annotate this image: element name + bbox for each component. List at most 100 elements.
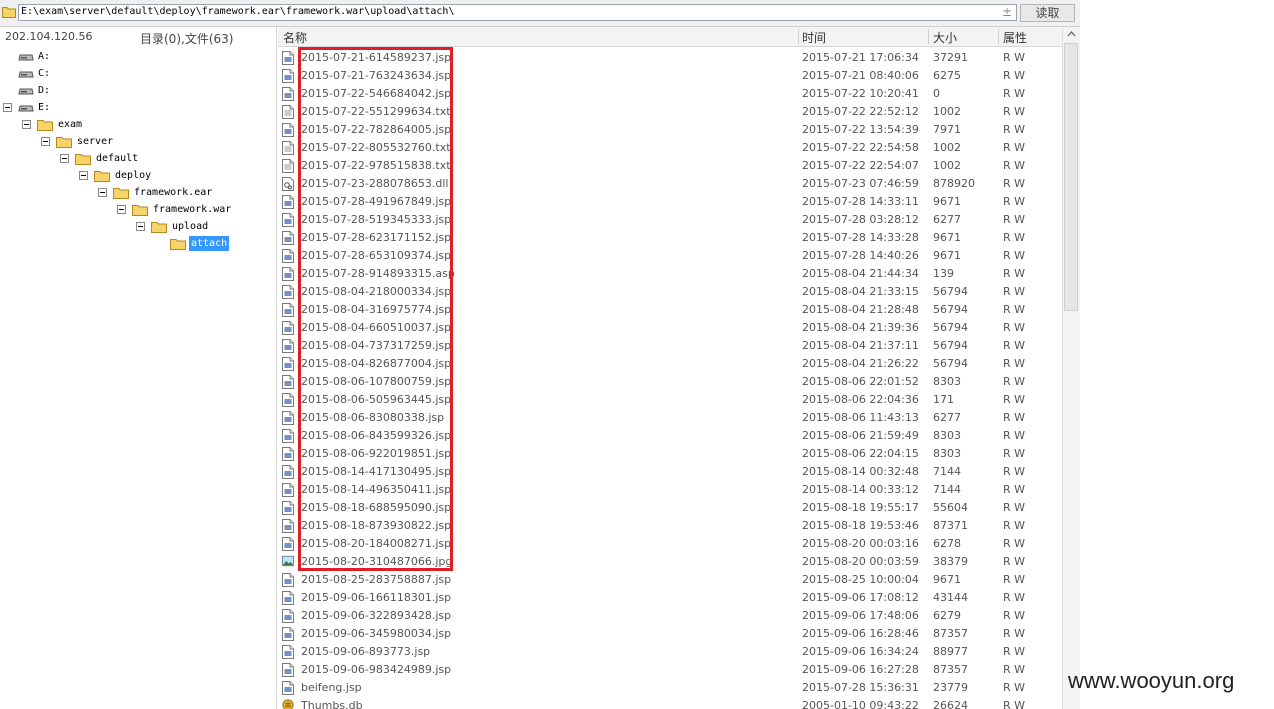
file-row[interactable]: 2015-09-06-345980034.jsp 2015-09-06 16:28… — [278, 625, 1062, 643]
dir-file-count: 目录(0),文件(63) — [140, 32, 234, 46]
file-row[interactable]: 2015-07-23-288078653.dll 2015-07-23 07:46… — [278, 175, 1062, 193]
file-icon — [282, 69, 294, 83]
folder-tree-pane: 202.104.120.56 目录(0),文件(63) A: C: D: E: … — [0, 27, 277, 709]
plus-minus-icon: ± — [1002, 5, 1013, 19]
file-icon — [282, 123, 294, 137]
path-input[interactable]: E:\exam\server\default\deploy\framework.… — [18, 4, 1030, 21]
collapse-icon[interactable] — [98, 188, 107, 197]
column-header-size[interactable]: 大小 — [933, 29, 957, 46]
file-name: 2015-08-18-873930822.jsp — [301, 519, 452, 532]
file-time: 2015-07-22 22:52:12 — [802, 105, 919, 118]
read-button[interactable]: 读取 — [1020, 4, 1075, 22]
file-icon — [282, 213, 294, 227]
file-row[interactable]: 2015-07-28-491967849.jsp 2015-07-28 14:33… — [278, 193, 1062, 211]
file-size: 87357 — [933, 663, 968, 676]
vertical-scrollbar[interactable] — [1062, 27, 1080, 709]
file-row[interactable]: 2015-08-06-83080338.jsp 2015-08-06 11:43:… — [278, 409, 1062, 427]
file-row[interactable]: 2015-08-14-417130495.jsp 2015-08-14 00:32… — [278, 463, 1062, 481]
column-divider[interactable] — [798, 29, 799, 44]
file-size: 56794 — [933, 285, 968, 298]
file-row[interactable]: 2015-08-25-283758887.jsp 2015-08-25 10:00… — [278, 571, 1062, 589]
file-row[interactable]: 2015-07-22-546684042.jsp 2015-07-22 10:20… — [278, 85, 1062, 103]
file-row[interactable]: 2015-08-18-873930822.jsp 2015-08-18 19:53… — [278, 517, 1062, 535]
file-attr: R W — [1003, 537, 1026, 550]
column-header-attr[interactable]: 属性 — [1003, 29, 1027, 46]
tree-item-attach[interactable]: attach — [0, 236, 270, 253]
file-row[interactable]: 2015-07-22-551299634.txt 2015-07-22 22:52… — [278, 103, 1062, 121]
scrollbar-thumb[interactable] — [1064, 43, 1078, 311]
collapse-icon[interactable] — [136, 222, 145, 231]
collapse-icon[interactable] — [79, 171, 88, 180]
file-icon — [282, 627, 294, 641]
file-icon — [282, 105, 294, 119]
file-time: 2015-08-14 00:33:12 — [802, 483, 919, 496]
tree-item-drive-d[interactable]: D: — [0, 83, 270, 100]
file-attr: R W — [1003, 429, 1026, 442]
file-time: 2015-08-25 10:00:04 — [802, 573, 919, 586]
file-name: 2015-08-14-496350411.jsp — [301, 483, 452, 496]
tree-item-drive-e[interactable]: E: — [0, 100, 270, 117]
tree-item-exam[interactable]: exam — [0, 117, 270, 134]
file-row[interactable]: 2015-08-06-505963445.jsp 2015-08-06 22:04… — [278, 391, 1062, 409]
file-attr: R W — [1003, 645, 1026, 658]
file-name: 2015-07-28-653109374.jsp — [301, 249, 452, 262]
file-row[interactable]: 2015-08-06-107800759.jsp 2015-08-06 22:01… — [278, 373, 1062, 391]
file-row[interactable]: 2015-08-04-737317259.jsp 2015-08-04 21:37… — [278, 337, 1062, 355]
file-row[interactable]: 2015-08-04-218000334.jsp 2015-08-04 21:33… — [278, 283, 1062, 301]
file-size: 55604 — [933, 501, 968, 514]
file-row[interactable]: 2015-07-22-805532760.txt 2015-07-22 22:54… — [278, 139, 1062, 157]
file-row[interactable]: 2015-07-22-978515838.txt 2015-07-22 22:54… — [278, 157, 1062, 175]
file-name: 2015-08-06-922019851.jsp — [301, 447, 452, 460]
file-row[interactable]: 2015-09-06-893773.jsp 2015-09-06 16:34:24… — [278, 643, 1062, 661]
file-row[interactable]: 2015-07-28-653109374.jsp 2015-07-28 14:40… — [278, 247, 1062, 265]
tree-item-default[interactable]: default — [0, 151, 270, 168]
collapse-icon[interactable] — [41, 137, 50, 146]
collapse-icon[interactable] — [60, 154, 69, 163]
file-row[interactable]: 2015-07-28-623171152.jsp 2015-07-28 14:33… — [278, 229, 1062, 247]
file-row[interactable]: beifeng.jsp 2015-07-28 15:36:31 23779 R W — [278, 679, 1062, 697]
tree-item-drive-c[interactable]: C: — [0, 66, 270, 83]
folder-icon — [113, 188, 129, 199]
file-row[interactable]: 2015-08-20-310487066.jpg 2015-08-20 00:03… — [278, 553, 1062, 571]
collapse-icon[interactable] — [22, 120, 31, 129]
column-divider[interactable] — [998, 29, 999, 44]
column-header-name[interactable]: 名称 — [283, 29, 307, 46]
file-row[interactable]: 2015-07-21-614589237.jsp 2015-07-21 17:06… — [278, 49, 1062, 67]
file-row[interactable]: 2015-07-21-763243634.jsp 2015-07-21 08:40… — [278, 67, 1062, 85]
file-size: 7144 — [933, 483, 961, 496]
file-row[interactable]: 2015-09-06-983424989.jsp 2015-09-06 16:27… — [278, 661, 1062, 679]
file-icon — [282, 195, 294, 209]
file-row[interactable]: 2015-08-04-660510037.jsp 2015-08-04 21:39… — [278, 319, 1062, 337]
column-divider[interactable] — [928, 29, 929, 44]
file-row[interactable]: Thumbs.db 2005-01-10 09:43:22 26624 R W — [278, 697, 1062, 709]
file-row[interactable]: 2015-08-04-826877004.jsp 2015-08-04 21:26… — [278, 355, 1062, 373]
column-header-time[interactable]: 时间 — [802, 29, 826, 46]
file-row[interactable]: 2015-08-14-496350411.jsp 2015-08-14 00:33… — [278, 481, 1062, 499]
tree-item-drive-a[interactable]: A: — [0, 49, 270, 66]
tree-item-label-selected: attach — [189, 236, 230, 251]
file-icon — [282, 231, 294, 245]
file-row[interactable]: 2015-07-22-782864005.jsp 2015-07-22 13:54… — [278, 121, 1062, 139]
file-row[interactable]: 2015-09-06-322893428.jsp 2015-09-06 17:48… — [278, 607, 1062, 625]
file-row[interactable]: 2015-08-06-843599326.jsp 2015-08-06 21:59… — [278, 427, 1062, 445]
file-row[interactable]: 2015-09-06-166118301.jsp 2015-09-06 17:08… — [278, 589, 1062, 607]
file-row[interactable]: 2015-07-28-914893315.asp 2015-08-04 21:44… — [278, 265, 1062, 283]
tree-item-server[interactable]: server — [0, 134, 270, 151]
tree-item-framework-war[interactable]: framework.war — [0, 202, 270, 219]
file-time: 2015-08-06 22:04:15 — [802, 447, 919, 460]
scroll-up-icon[interactable] — [1063, 27, 1080, 41]
tree-item-deploy[interactable]: deploy — [0, 168, 270, 185]
file-time: 2015-07-28 14:40:26 — [802, 249, 919, 262]
tree-item-upload[interactable]: upload — [0, 219, 270, 236]
file-row[interactable]: 2015-08-06-922019851.jsp 2015-08-06 22:04… — [278, 445, 1062, 463]
file-row[interactable]: 2015-08-04-316975774.jsp 2015-08-04 21:28… — [278, 301, 1062, 319]
file-row[interactable]: 2015-08-18-688595090.jsp 2015-08-18 19:55… — [278, 499, 1062, 517]
tree-item-framework-ear[interactable]: framework.ear — [0, 185, 270, 202]
file-row[interactable]: 2015-07-28-519345333.jsp 2015-07-28 03:28… — [278, 211, 1062, 229]
collapse-icon[interactable] — [3, 103, 12, 112]
file-size: 6278 — [933, 537, 961, 550]
file-row[interactable]: 2015-08-20-184008271.jsp 2015-08-20 00:03… — [278, 535, 1062, 553]
file-size: 56794 — [933, 303, 968, 316]
collapse-icon[interactable] — [117, 205, 126, 214]
file-name: 2015-07-21-763243634.jsp — [301, 69, 452, 82]
